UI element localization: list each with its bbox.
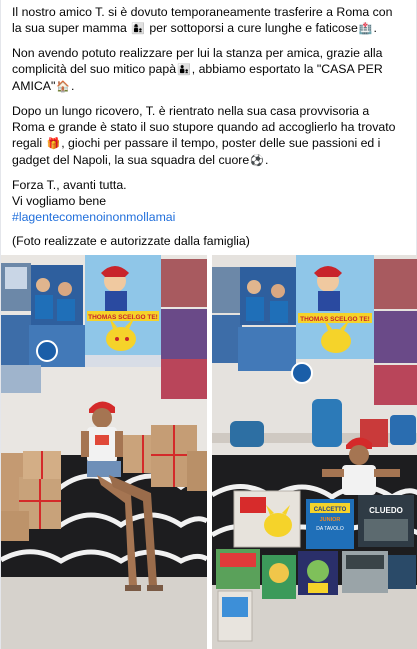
photo-grid: THOMAS SCELGO TE! THOMAS SCELGO TE! CALC… — [1, 255, 417, 649]
poster-caption: THOMAS SCELGO TE! — [88, 314, 158, 321]
mother-son-emoji-icon: 👩‍👦 — [131, 23, 145, 35]
toy-box-label: CALCETTO — [314, 507, 347, 513]
photo-right-image: THOMAS SCELGO TE! CALCETTO JUNIOR DA TAV… — [212, 255, 417, 649]
text-line: Non avendo potuto realizzare per lui la … — [12, 46, 383, 60]
hashtag-link[interactable]: #lagentecomenoinonmollamai — [12, 209, 408, 225]
paragraph-2: Non avendo potuto realizzare per lui la … — [12, 45, 408, 95]
text-line: complicità del suo mitico papà — [12, 62, 177, 76]
text-line: , giochi per passare il tempo, poster de… — [61, 136, 381, 150]
photo-left-image: THOMAS SCELGO TE! — [1, 255, 207, 649]
father-son-emoji-icon: 👨‍👦 — [177, 64, 191, 76]
text-line: Dopo un lungo ricovero, T. è rientrato n… — [12, 104, 370, 118]
text-line: la sua super mamma — [12, 21, 131, 35]
text-line: . — [264, 153, 269, 167]
paragraph-1: Il nostro amico T. si è dovuto temporane… — [12, 4, 408, 37]
text-line: Roma e grande è stato il suo stupore qua… — [12, 120, 396, 134]
text-line: regali — [12, 136, 46, 150]
toy-box-label: DA TAVOLO — [316, 526, 344, 532]
photo-left[interactable]: THOMAS SCELGO TE! — [1, 255, 207, 649]
text-line: AMICA" — [12, 79, 56, 93]
gift-emoji-icon: 🎁 — [46, 138, 61, 150]
soccer-ball-emoji-icon: ⚽ — [250, 155, 264, 167]
text-line: . — [373, 21, 377, 35]
house-emoji-icon: 🏠 — [56, 81, 71, 93]
text-line: Il nostro amico T. si è dovuto temporane… — [12, 5, 393, 19]
photo-right[interactable]: THOMAS SCELGO TE! CALCETTO JUNIOR DA TAV… — [212, 255, 417, 649]
paragraph-4: Forza T., avanti tutta. Vi vogliamo bene… — [12, 177, 408, 225]
text-line: Forza T., avanti tutta. — [12, 178, 127, 192]
text-line: gadget del Napoli, la sua squadra del cu… — [12, 153, 250, 167]
text-line: . — [71, 79, 75, 93]
toy-box-label: JUNIOR — [320, 517, 341, 523]
text-line: Vi vogliamo bene — [12, 194, 107, 208]
post-text: Il nostro amico T. si è dovuto temporane… — [1, 0, 416, 249]
paragraph-5: (Foto realizzate e autorizzate dalla fam… — [12, 233, 408, 249]
toy-box-label: CLUEDO — [369, 506, 403, 515]
hospital-emoji-icon: 🏥 — [358, 23, 373, 35]
paragraph-3: Dopo un lungo ricovero, T. è rientrato n… — [12, 103, 408, 169]
text-line: , abbiamo esportato la "CASA PER — [191, 62, 383, 76]
facebook-post: Il nostro amico T. si è dovuto temporane… — [0, 0, 417, 649]
text-line: (Foto realizzate e autorizzate dalla fam… — [12, 234, 250, 248]
text-line: per sottoporsi a cure lunghe e faticose — [145, 21, 358, 35]
poster-caption: THOMAS SCELGO TE! — [300, 316, 370, 323]
